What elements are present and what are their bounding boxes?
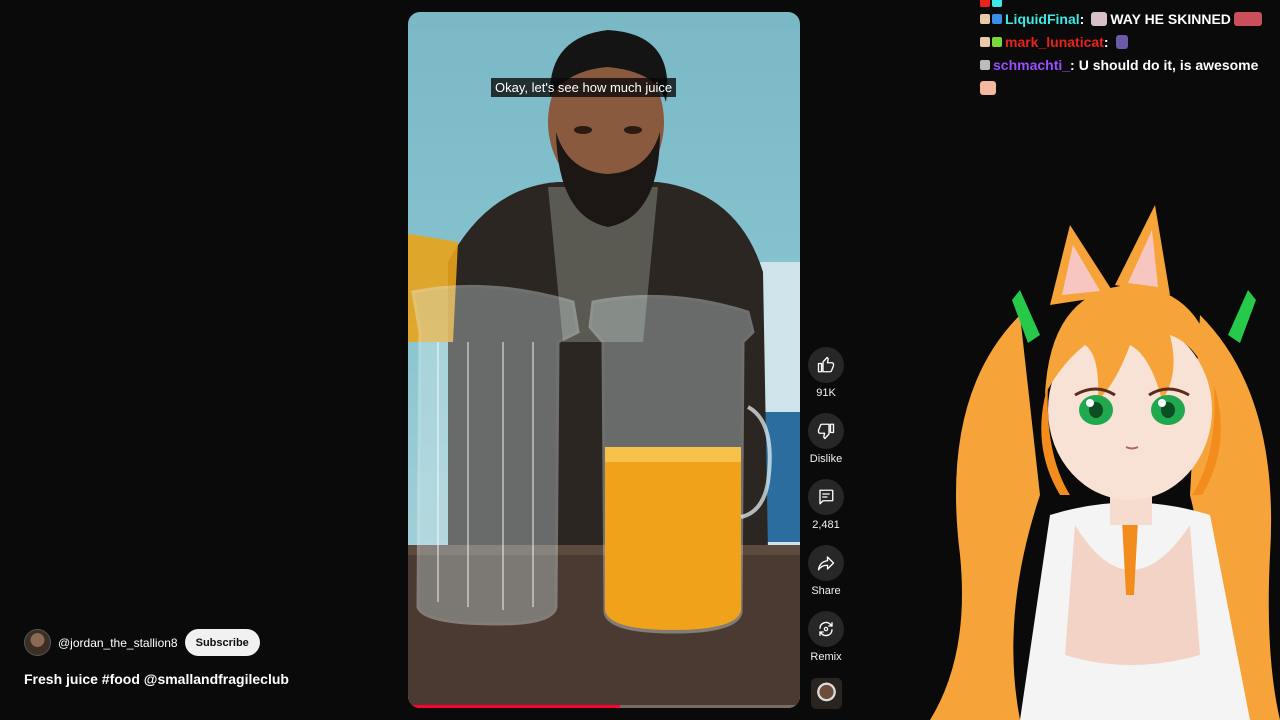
remix-action: Remix <box>806 611 846 663</box>
chat-message: mark_lunaticat : <box>980 30 1280 53</box>
chat-message: schmachti_ : U should do it, is awesome <box>980 53 1280 76</box>
channel-row: @jordan_the_stallion8 Subscribe <box>24 629 260 656</box>
thumb-up-icon <box>817 356 835 373</box>
subscribe-button[interactable]: Subscribe <box>184 629 260 656</box>
emote-icon <box>1115 34 1128 49</box>
emote-icon <box>1091 11 1108 26</box>
dislike-label: Dislike <box>809 453 843 465</box>
vtuber-avatar <box>930 205 1280 720</box>
share-icon <box>817 556 835 571</box>
chat-separator: : <box>1103 33 1109 50</box>
share-action: Share <box>806 545 846 597</box>
comments-button[interactable] <box>808 479 844 515</box>
like-button[interactable] <box>808 347 844 383</box>
remix-label: Remix <box>810 651 842 663</box>
remix-button[interactable] <box>808 611 844 647</box>
channel-handle[interactable]: @jordan_the_stallion8 <box>58 636 178 650</box>
like-action: 91K <box>806 347 846 399</box>
comment-icon <box>819 489 834 505</box>
video-progress-bar[interactable] <box>408 705 800 708</box>
chat-badge <box>992 13 1002 24</box>
dislike-button[interactable] <box>808 413 844 449</box>
video-frame <box>408 30 800 708</box>
chat-username: schmachti_ <box>993 56 1071 73</box>
video-title[interactable]: Fresh juice #food @smallandfragileclub <box>24 671 289 687</box>
like-count: 91K <box>816 387 836 399</box>
chat-badge <box>992 36 1002 47</box>
video-caption: Okay, let's see how much juice <box>491 78 677 97</box>
chat-text: WAY HE SKINNED <box>1110 10 1231 27</box>
chat-separator: : <box>1070 56 1075 73</box>
chat-username: LiquidFinal <box>1005 10 1080 27</box>
stream-chat-overlay: LiquidFinal : WAY HE SKINNED mark_lunati… <box>980 0 1280 99</box>
chat-badge <box>980 13 990 24</box>
chat-username: mark_lunaticat <box>1005 33 1104 50</box>
chat-badge <box>980 0 990 7</box>
dislike-action: Dislike <box>806 413 846 465</box>
chat-badge <box>980 59 990 70</box>
chat-badge <box>980 36 990 47</box>
chat-badge <box>992 0 1002 7</box>
remix-icon <box>819 621 833 637</box>
chat-text: U should do it, is awesome <box>1078 56 1259 73</box>
comment-count: 2,481 <box>812 519 840 531</box>
thumb-down-icon <box>817 423 835 440</box>
chat-message: LiquidFinal : WAY HE SKINNED <box>980 7 1280 30</box>
chat-separator: : <box>1079 10 1085 27</box>
chat-emote-line <box>980 76 1280 99</box>
share-button[interactable] <box>808 545 844 581</box>
chat-message <box>980 0 1280 7</box>
share-label: Share <box>811 585 841 597</box>
comment-action: 2,481 <box>806 479 846 531</box>
shorts-video-player[interactable]: Okay, let's see how much juice <box>408 12 800 708</box>
channel-avatar[interactable] <box>24 629 51 656</box>
original-sound-thumbnail[interactable] <box>811 678 842 709</box>
emote-icon <box>1233 11 1262 26</box>
video-progress-fill <box>408 705 620 708</box>
emote-icon <box>980 80 996 95</box>
